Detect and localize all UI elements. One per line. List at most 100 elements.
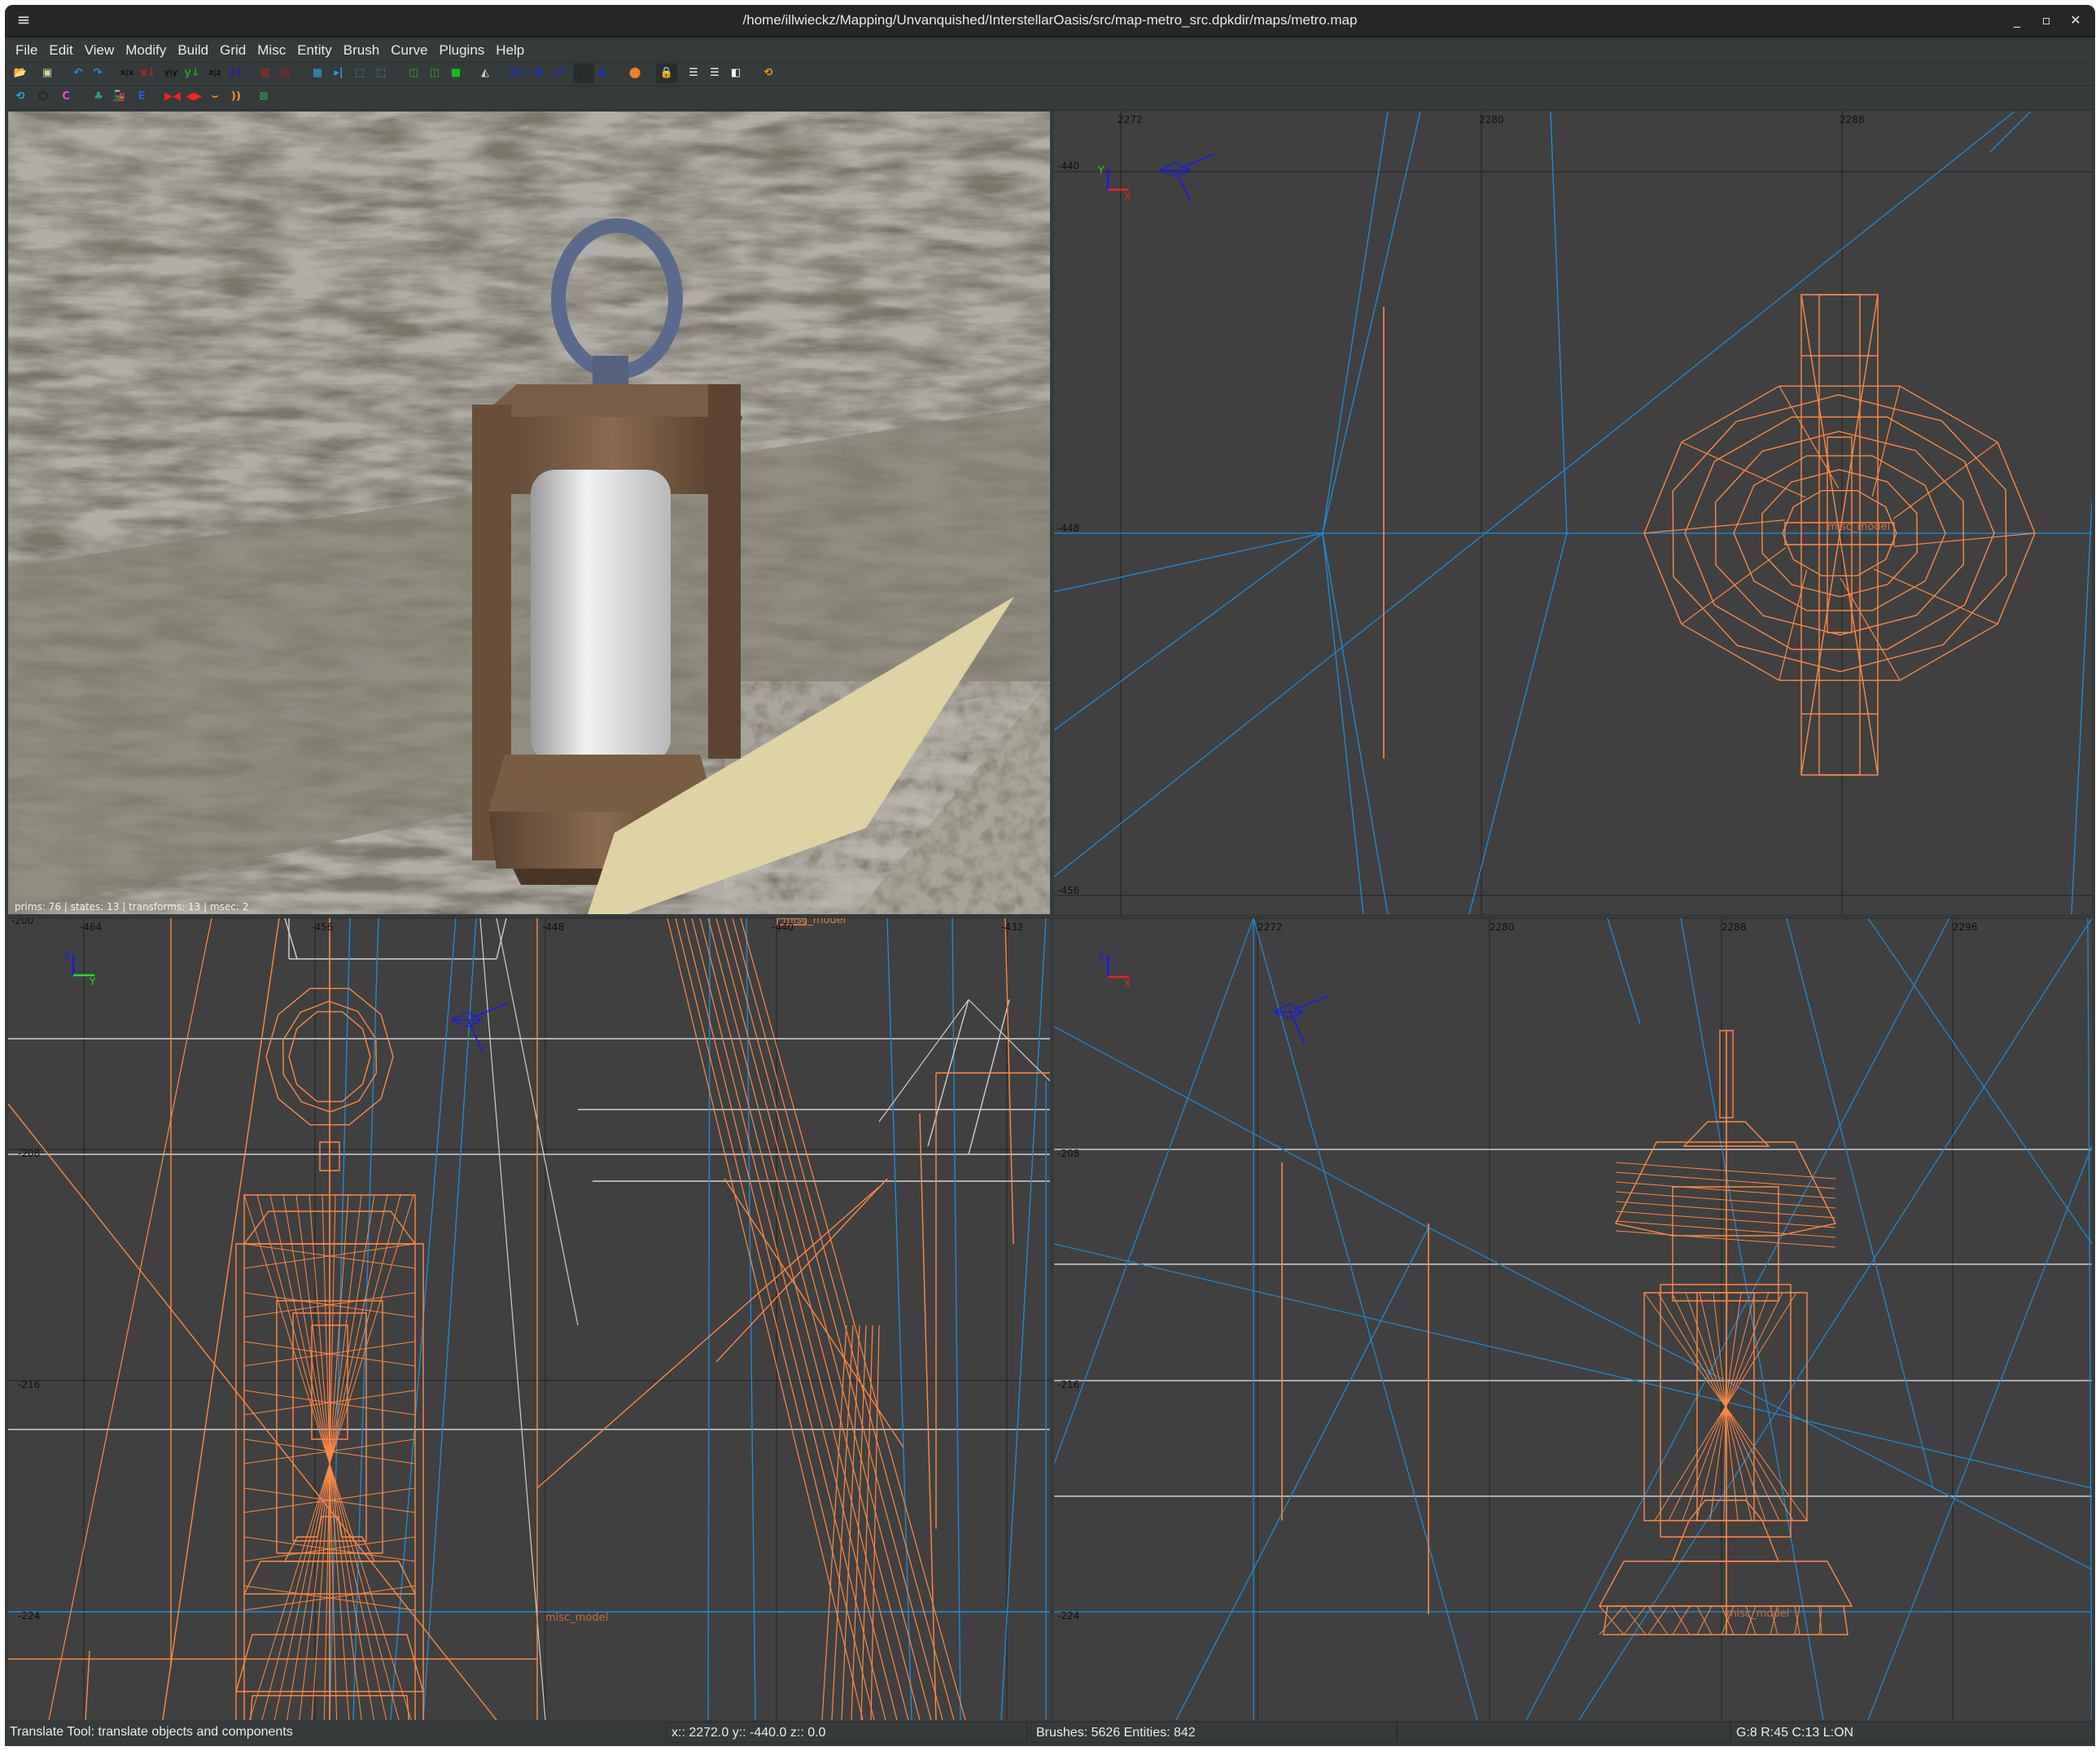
select-complete-tall-icon[interactable]: ⬚ (373, 65, 389, 81)
model-wire (1615, 1201, 1836, 1219)
select-partial-tall-icon[interactable]: ⬚ (352, 65, 368, 81)
x-tick-label: -456 (311, 921, 334, 933)
make-hollow-icon[interactable]: ■ (448, 65, 464, 81)
scale-tool-icon[interactable]: ⤢ (550, 65, 567, 81)
translate-tool-icon[interactable]: ▯→ (508, 65, 524, 81)
clipper-icon[interactable]: ◭ (477, 65, 493, 81)
flip-x-icon[interactable]: x|x (119, 65, 135, 81)
model-wire (1614, 1141, 1837, 1237)
model-wire (1615, 1181, 1836, 1199)
entity-label: misc_model (1726, 1608, 1790, 1620)
brush-edge (1578, 918, 2092, 1720)
menu-curve[interactable]: Curve (385, 37, 433, 62)
cylinder-icon[interactable]: ⌣ (207, 89, 223, 105)
train-icon[interactable]: 🚂 (111, 89, 127, 105)
rotate-tool-icon[interactable]: ⟳ (531, 65, 547, 81)
flip-y-icon[interactable]: y|y (163, 65, 179, 81)
yz-canvas: ZY (8, 918, 1050, 1720)
model-wire (1672, 1186, 1779, 1302)
model-wire (1615, 1171, 1836, 1189)
sphere-icon[interactable]: ⬡ (35, 89, 51, 105)
rotate-z-icon[interactable]: z↓ (228, 65, 244, 81)
wire-line (1322, 112, 1421, 534)
cycle-icon[interactable]: ⟲ (12, 89, 28, 105)
texture-lock-icon[interactable]: ▥ (257, 65, 273, 81)
wire-line (1550, 112, 1568, 534)
clip-tool-icon[interactable]: ⧄ (594, 65, 610, 81)
menu-view[interactable]: View (79, 37, 120, 62)
wire-line (1322, 532, 1389, 914)
brush-edge (1680, 918, 1824, 1720)
brush-edge (1867, 918, 2092, 1245)
wire-line (968, 999, 1010, 1155)
camera-direction-icon (1179, 153, 1216, 169)
close-icon: ✕ (2070, 12, 2081, 28)
axis-v-label: Z (1098, 952, 1105, 963)
menu-build[interactable]: Build (172, 37, 214, 62)
undo-icon[interactable]: ↶ (70, 65, 86, 81)
texture-browser-icon[interactable]: ◧ (728, 65, 744, 81)
csg-subtract-icon[interactable]: ◫ (405, 65, 422, 81)
minimize-button[interactable]: _ (2006, 10, 2028, 31)
x-tick-label: 2280 (1490, 921, 1515, 933)
brush-entity-count: Brushes: 5626 Entities: 842 (1030, 1722, 1397, 1743)
window-title: /home/illwieckz/Mapping/Unvanquished/Int… (742, 12, 1358, 28)
menu-brush[interactable]: Brush (338, 37, 385, 62)
entity-drop-icon[interactable]: E (133, 89, 150, 105)
flip-z-icon[interactable]: z|z (207, 65, 223, 81)
console-icon[interactable]: ☰ (707, 65, 723, 81)
lock-grid-icon[interactable]: 🔒 (656, 63, 677, 83)
model-wire (1615, 1191, 1836, 1209)
brush-edge (878, 999, 969, 1123)
model-wire (1615, 1210, 1836, 1228)
menu-help[interactable]: Help (490, 37, 530, 62)
wire-line (1989, 112, 2032, 153)
yz-viewport[interactable]: ZY -200 -464 -456 -448 -440 -432 -208 -2… (8, 918, 1050, 1720)
menu-grid[interactable]: Grid (214, 37, 252, 62)
select-inside-icon[interactable]: ▦ (309, 65, 326, 81)
redo-icon[interactable]: ↷ (90, 65, 106, 81)
y-tick-label: -224 (1057, 1610, 1080, 1622)
camera-direction-icon (1175, 169, 1192, 204)
model-wire (1603, 1605, 1848, 1635)
xz-viewport[interactable]: ZX 2272 2280 2288 2296 -208 -216 -224 mi… (1054, 918, 2092, 1720)
menu-plugins[interactable]: Plugins (434, 37, 491, 62)
save-icon[interactable]: ▣ (39, 65, 55, 81)
menu-edit[interactable]: Edit (43, 37, 78, 62)
rotate-x-icon[interactable]: x↓ (140, 65, 156, 81)
bbox-icon[interactable]: ⊠ (256, 89, 272, 105)
refresh-models-icon[interactable]: ⟲ (760, 65, 777, 81)
arch-icon[interactable]: )) (228, 89, 244, 105)
split-icon[interactable]: ◀▶ (186, 89, 202, 105)
texture-scale-lock-icon[interactable]: ▤ (278, 65, 294, 81)
drag-tool-icon[interactable]: ⬚ (573, 63, 594, 83)
model-wire (1681, 441, 1806, 498)
cursor-coordinates: x:: 2272.0 y:: -440.0 z:: 0.0 (666, 1722, 1028, 1743)
menu-modify[interactable]: Modify (120, 37, 172, 62)
xy-viewport[interactable]: YX 2272 2280 2288 -440 -448 -456 misc_mo… (1054, 112, 2092, 914)
patch-icon[interactable]: ⬤ (627, 65, 643, 81)
tree-icon[interactable]: ♣ (90, 89, 107, 105)
menu-entity[interactable]: Entity (291, 37, 338, 62)
maximize-button[interactable]: ▫ (2035, 10, 2058, 31)
menu-file[interactable]: File (5, 37, 43, 62)
axis-h-label: X (1124, 978, 1131, 989)
csg-merge-icon[interactable]: ◫ (427, 65, 443, 81)
rotate-y-icon[interactable]: y↓ (184, 65, 200, 81)
status-message: Translate Tool: translate objects and co… (10, 1725, 293, 1739)
y-tick-label: -456 (1057, 885, 1080, 896)
brush-edge (1054, 918, 1254, 1464)
camera-viewport[interactable]: prims: 76 | states: 13 | transforms: 13 … (8, 112, 1050, 914)
entity-label-top: misc_model (783, 918, 847, 926)
merge-icon[interactable]: ▶◀ (164, 89, 181, 105)
close-button[interactable]: ✕ (2064, 10, 2087, 31)
open-icon[interactable]: 📂 (12, 65, 28, 81)
model-wire (1615, 1162, 1836, 1180)
menu-misc[interactable]: Misc (252, 37, 291, 62)
entity-list-icon[interactable]: ☰ (685, 65, 702, 81)
select-touching-icon[interactable]: ▸| (330, 65, 347, 81)
axis-h-label: Y (89, 976, 96, 987)
wire-line (715, 1178, 888, 1363)
curve-icon[interactable]: C (58, 89, 74, 105)
secondary-toolbar: ⟲ ⬡ C ♣ 🚂 E ▶◀ ◀▶ ⌣)) ⊠ (5, 86, 2095, 110)
